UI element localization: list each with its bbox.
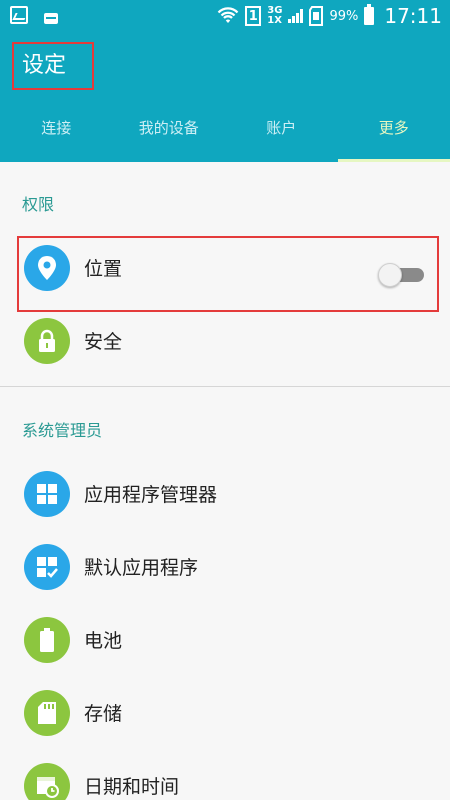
clock: 17:11: [384, 4, 442, 28]
battery-icon: [364, 4, 375, 25]
sd-card-icon: [24, 690, 70, 736]
image-icon: [10, 6, 28, 24]
tab-bar: 连接 我的设备 账户 更多: [0, 110, 450, 162]
tab-connections[interactable]: 连接: [0, 110, 113, 162]
settings-item-label: 应用程序管理器: [84, 484, 218, 506]
settings-item-storage[interactable]: 存储: [0, 677, 450, 749]
settings-item-label: 日期和时间: [84, 776, 180, 798]
network-type: 3G 1X: [267, 6, 282, 26]
settings-item-security[interactable]: 安全: [0, 305, 450, 377]
lock-icon: [24, 318, 70, 364]
section-permissions-label: 权限: [22, 195, 55, 214]
sd-card-icon: [309, 6, 324, 26]
location-toggle[interactable]: [378, 263, 426, 287]
settings-item-date-time[interactable]: 日期和时间: [0, 750, 450, 800]
tab-more[interactable]: 更多: [337, 110, 450, 162]
tab-accounts[interactable]: 账户: [225, 110, 338, 162]
battery-percent: 99%: [329, 8, 359, 24]
section-divider: [0, 386, 450, 387]
settings-item-default-applications[interactable]: 默认应用程序: [0, 531, 450, 603]
toggle-knob: [378, 263, 402, 287]
settings-item-label: 默认应用程序: [84, 557, 199, 579]
tab-my-device[interactable]: 我的设备: [113, 110, 226, 162]
settings-item-label: 位置: [84, 258, 123, 280]
settings-item-application-manager[interactable]: 应用程序管理器: [0, 458, 450, 530]
settings-header: 设定 连接 我的设备 账户 更多: [0, 32, 450, 162]
settings-item-battery[interactable]: 电池: [0, 604, 450, 676]
calendar-clock-icon: [24, 763, 70, 800]
settings-item-label: 电池: [84, 630, 123, 652]
default-apps-icon: [24, 544, 70, 590]
status-bar: 1 3G 1X 99% 17:11: [0, 0, 450, 32]
app-grid-icon: [24, 471, 70, 517]
message-icon: [44, 12, 58, 24]
signal-icon: [288, 9, 304, 23]
status-left-icons: [10, 6, 58, 24]
wifi-icon: [217, 7, 239, 23]
location-pin-icon: [24, 245, 70, 291]
network-1x-label: 1X: [267, 15, 282, 26]
settings-item-label: 存储: [84, 703, 123, 725]
settings-item-label: 安全: [84, 331, 123, 353]
sim-slot-text: 1: [248, 8, 258, 24]
section-system-admin-label: 系统管理员: [22, 421, 103, 440]
sim-icon: 1: [245, 6, 262, 26]
page-title: 设定: [12, 42, 94, 90]
status-right-icons: 1 3G 1X 99% 17:11: [217, 2, 442, 30]
battery-icon: [24, 617, 70, 663]
